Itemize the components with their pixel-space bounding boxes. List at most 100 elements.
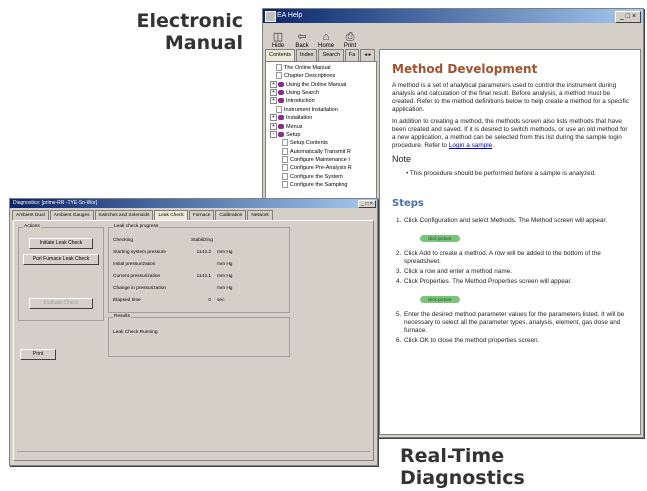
- back-button[interactable]: ⇦ Back: [293, 31, 311, 49]
- tab-calibration[interactable]: Calibration: [215, 210, 247, 220]
- progress-row-value: 0: [208, 298, 211, 303]
- progress-row: Current pressurization 1143.1 mm Hg: [113, 272, 285, 281]
- hide-icon: ◫: [272, 31, 284, 43]
- steps-heading: Steps: [392, 198, 424, 209]
- tab-search[interactable]: Search: [318, 49, 344, 61]
- evaluate-check-button[interactable]: Evaluate Check: [29, 298, 93, 309]
- paragraph-text: In addition to creating a method, the me…: [392, 118, 628, 149]
- tree-item[interactable]: + Installation: [270, 114, 376, 122]
- topic-paragraph: In addition to creating a method, the me…: [392, 118, 632, 150]
- leak-check-progress-group: Leak check progress Checking Stabilizing S…: [108, 224, 290, 313]
- tab-switches-solenoids[interactable]: Switches and Solenoids: [94, 210, 154, 220]
- step-text: Click Properties. The Method Properties …: [404, 278, 572, 285]
- progress-row-label: Change in pressurization: [113, 286, 167, 291]
- tree-item-label: Using the Online Manual: [286, 81, 347, 88]
- tree-item-label: Configure Maintenance I: [290, 156, 350, 163]
- tab-ambient-gauges[interactable]: Ambient Gauges: [49, 210, 94, 220]
- results-status: Leak Check Running: [113, 328, 285, 337]
- expand-icon[interactable]: +: [270, 114, 277, 122]
- tab-contents[interactable]: Contents: [265, 49, 296, 61]
- print-icon: ⎙: [345, 31, 355, 43]
- progress-row-label: Initial pressurization: [113, 262, 156, 267]
- tree-item[interactable]: Chapter Descriptions: [270, 72, 376, 80]
- expand-icon[interactable]: +: [270, 89, 277, 97]
- book-icon: [278, 98, 284, 104]
- tree-item[interactable]: Configure the System: [270, 172, 376, 181]
- tree-item[interactable]: Configure the Sampling: [270, 181, 376, 189]
- tree-item[interactable]: Configure Maintenance I: [270, 155, 376, 164]
- progress-row-label: Checking: [113, 238, 133, 243]
- tree-item[interactable]: Setup Contents: [270, 139, 376, 147]
- home-button[interactable]: ⌂ Home: [317, 31, 335, 49]
- tab-furnace[interactable]: Furnace: [188, 210, 215, 220]
- click-picture-button[interactable]: click picture: [420, 235, 460, 242]
- leak-check-panel: Actions Initiate Leak Check Purl Furnace…: [13, 220, 374, 461]
- tab-scroll-arrows[interactable]: ◂ ▸: [360, 49, 376, 61]
- tab-favorites[interactable]: Fa: [344, 49, 360, 61]
- expand-icon[interactable]: +: [270, 97, 277, 105]
- tree-item[interactable]: + Using Search: [270, 89, 376, 97]
- tree-item[interactable]: Automatically Transmit R: [270, 147, 376, 156]
- expand-icon[interactable]: +: [270, 80, 277, 88]
- tree-item[interactable]: - Setup: [270, 130, 376, 139]
- page-icon: [282, 155, 288, 163]
- caption-line: Diagnostics: [400, 467, 525, 489]
- tree-item[interactable]: + Using the Online Manual: [270, 80, 376, 89]
- progress-row-value: 1143.1: [196, 274, 211, 279]
- initiate-leak-check-button[interactable]: Initiate Leak Check: [29, 238, 93, 249]
- tree-item-label: Setup Contents: [290, 140, 328, 147]
- electronic-manual-caption: Electronic Manual: [137, 10, 243, 54]
- expand-icon[interactable]: +: [270, 122, 277, 130]
- step-number: 1.: [396, 217, 402, 224]
- note-bullet-text: This procedure should be performed befor…: [409, 170, 597, 177]
- tree-item-label: Introduction: [286, 98, 315, 105]
- tree-item[interactable]: Instrument Installation: [270, 105, 376, 114]
- window-controls[interactable]: _ □ ×: [615, 11, 641, 23]
- page-icon: [276, 72, 282, 80]
- progress-row-value: Stabilizing: [191, 238, 213, 243]
- collapse-icon[interactable]: -: [270, 130, 277, 138]
- home-icon: ⌂: [322, 31, 330, 43]
- print-button[interactable]: Print: [20, 349, 56, 360]
- page-icon: [276, 105, 282, 113]
- page-icon: [276, 64, 282, 71]
- step-text: Enter the desired method parameter value…: [404, 311, 625, 334]
- help-toolbar: ◫ Hide ⇦ Back ⌂ Home ⎙ Print: [263, 23, 643, 51]
- results-group: Results Leak Check Running: [108, 314, 290, 357]
- tab-network[interactable]: Network: [247, 210, 273, 220]
- note-heading: Note: [392, 154, 412, 164]
- tree-item[interactable]: + Menus: [270, 122, 376, 131]
- tree-item-label: Configure the Sampling: [290, 181, 348, 188]
- book-icon: [278, 81, 284, 87]
- step-number: 4.: [396, 278, 402, 285]
- paragraph-end: .: [492, 142, 494, 149]
- progress-row-value: 1143.2: [196, 250, 211, 255]
- step-text: Click a row and enter a method name.: [404, 268, 512, 275]
- tab-ambient-dual[interactable]: Ambient Dual: [12, 210, 49, 220]
- actions-group: Actions Initiate Leak Check Purl Furnace…: [18, 224, 104, 321]
- diagnostics-title-bar: Diagnostics: [prime-RR -TYE-Sn-Wor] _ □ …: [10, 199, 377, 208]
- page-icon: [282, 147, 288, 155]
- page-icon: [282, 164, 288, 172]
- hide-button[interactable]: ◫ Hide: [269, 31, 287, 49]
- furnace-leak-check-button[interactable]: Purl Furnace Leak Check: [23, 254, 99, 265]
- tree-item[interactable]: + Introduction: [270, 97, 376, 105]
- tree-item[interactable]: Configure Pre-Analysis R: [270, 164, 376, 172]
- progress-row-label: Current pressurization: [113, 274, 161, 279]
- click-picture-button[interactable]: click picture: [420, 296, 460, 303]
- tab-leak-check[interactable]: Leak Check: [154, 210, 188, 220]
- tree-item[interactable]: The Online Manual: [270, 64, 376, 72]
- page-icon: [282, 172, 288, 180]
- step-number: 6.: [396, 337, 402, 344]
- step-item: 3. Click a row and enter a method name.: [396, 268, 632, 276]
- window-controls[interactable]: _ □ ×: [358, 200, 376, 208]
- progress-label: Leak check progress: [113, 224, 160, 230]
- step-number: 5.: [396, 311, 402, 318]
- step-text: Click Configuration and select Methods. …: [404, 217, 608, 224]
- topic-pane[interactable]: Method Development A method is a set of …: [379, 49, 641, 435]
- caption-line: Electronic: [136, 10, 243, 32]
- tab-index[interactable]: Index: [296, 49, 318, 61]
- print-button[interactable]: ⎙ Print: [341, 31, 359, 49]
- step-item: 2. Click Add to create a method. A row wi…: [396, 250, 632, 266]
- login-sample-link[interactable]: Login a sample: [449, 142, 492, 149]
